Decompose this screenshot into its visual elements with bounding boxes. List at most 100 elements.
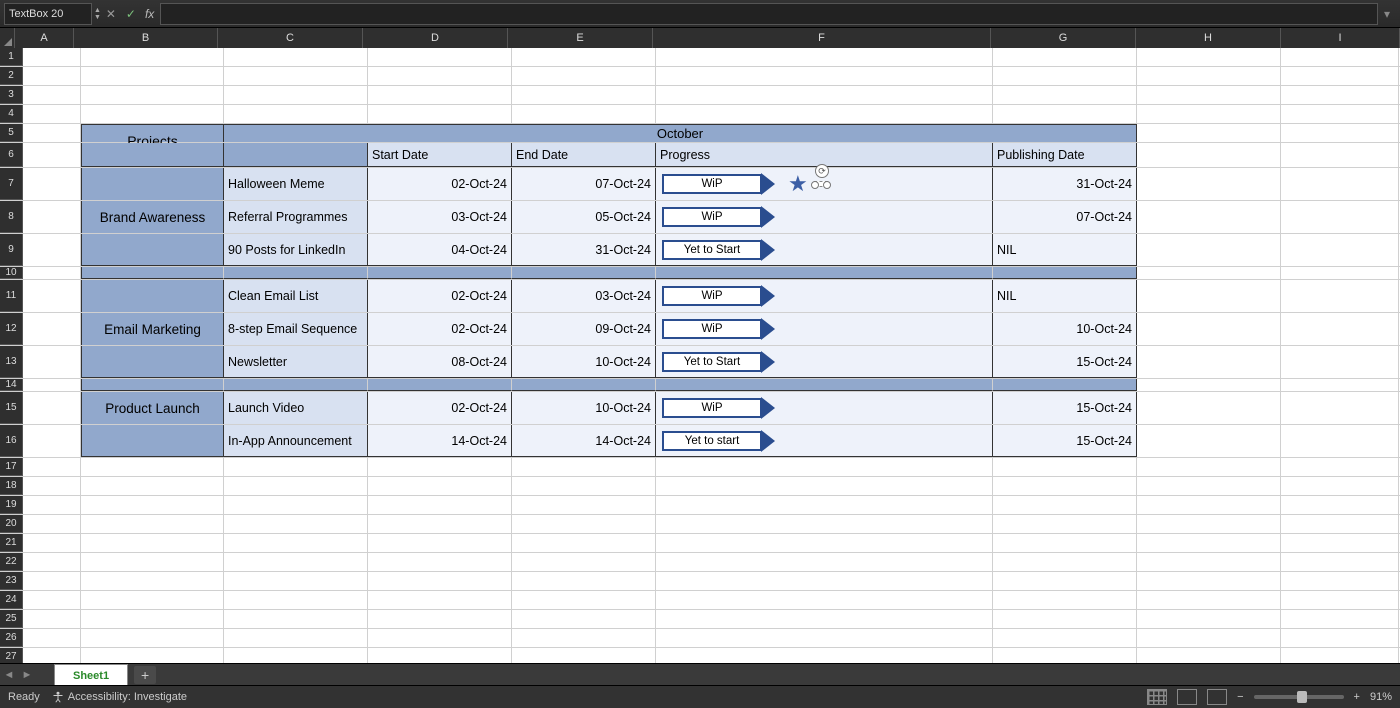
- cell[interactable]: [1137, 234, 1281, 266]
- row-header[interactable]: 24: [0, 591, 23, 609]
- task-name[interactable]: Newsletter: [224, 346, 368, 378]
- cell[interactable]: [1137, 553, 1281, 571]
- formula-expand-icon[interactable]: ▾: [1378, 7, 1396, 21]
- cell[interactable]: [656, 534, 993, 552]
- col-header[interactable]: G: [991, 28, 1136, 48]
- cell[interactable]: [368, 67, 512, 85]
- cell[interactable]: [512, 648, 656, 664]
- cell[interactable]: [224, 67, 368, 85]
- cell[interactable]: [512, 515, 656, 533]
- cell[interactable]: [1281, 280, 1399, 312]
- col-header[interactable]: B: [74, 28, 218, 48]
- cell[interactable]: [1281, 629, 1399, 647]
- cell[interactable]: [993, 648, 1137, 664]
- cell[interactable]: [1137, 48, 1281, 66]
- cell[interactable]: [512, 553, 656, 571]
- cell[interactable]: [993, 572, 1137, 590]
- end-date[interactable]: 07-Oct-24: [512, 168, 656, 200]
- row-header[interactable]: 7: [0, 168, 23, 200]
- cell[interactable]: [1137, 425, 1281, 457]
- cell[interactable]: [1281, 496, 1399, 514]
- cell[interactable]: [656, 496, 993, 514]
- cell[interactable]: [81, 553, 224, 571]
- task-name[interactable]: 8-step Email Sequence: [224, 313, 368, 345]
- spacer-cell[interactable]: [368, 379, 512, 391]
- cell[interactable]: [1281, 572, 1399, 590]
- cell[interactable]: [23, 553, 81, 571]
- start-date[interactable]: 02-Oct-24: [368, 392, 512, 424]
- month-header[interactable]: October: [224, 124, 1137, 142]
- cell[interactable]: [368, 105, 512, 123]
- cell[interactable]: [512, 86, 656, 104]
- row-header[interactable]: 26: [0, 629, 23, 647]
- end-date[interactable]: 03-Oct-24: [512, 280, 656, 312]
- start-date[interactable]: 02-Oct-24: [368, 280, 512, 312]
- cell[interactable]: [512, 591, 656, 609]
- cell[interactable]: [1281, 313, 1399, 345]
- cell[interactable]: [1281, 86, 1399, 104]
- start-date[interactable]: 08-Oct-24: [368, 346, 512, 378]
- row-header[interactable]: 11: [0, 280, 23, 312]
- spacer-cell[interactable]: [656, 379, 993, 391]
- cell[interactable]: [1137, 313, 1281, 345]
- cell[interactable]: [1281, 591, 1399, 609]
- cell[interactable]: [656, 572, 993, 590]
- spacer-cell[interactable]: [512, 267, 656, 279]
- progress-cell[interactable]: Yet to Start: [656, 234, 993, 266]
- cell[interactable]: [1281, 267, 1399, 279]
- project-group[interactable]: [81, 425, 224, 457]
- spacer-cell[interactable]: [368, 267, 512, 279]
- cell[interactable]: [224, 648, 368, 664]
- cell[interactable]: [1137, 392, 1281, 424]
- sheet-tab[interactable]: Sheet1: [54, 664, 128, 687]
- end-date[interactable]: 10-Oct-24: [512, 346, 656, 378]
- cell[interactable]: [656, 458, 993, 476]
- cell[interactable]: [81, 572, 224, 590]
- formula-input[interactable]: [160, 3, 1378, 25]
- header-end-date[interactable]: End Date: [512, 143, 656, 167]
- cell[interactable]: [993, 591, 1137, 609]
- publishing-date[interactable]: 07-Oct-24: [993, 201, 1137, 233]
- cell[interactable]: [656, 48, 993, 66]
- cell[interactable]: [23, 201, 81, 233]
- cell[interactable]: [656, 629, 993, 647]
- row-header[interactable]: 2: [0, 67, 23, 85]
- end-date[interactable]: 31-Oct-24: [512, 234, 656, 266]
- zoom-level[interactable]: 91%: [1370, 691, 1392, 703]
- cell[interactable]: [1281, 201, 1399, 233]
- cell[interactable]: [656, 610, 993, 628]
- cell[interactable]: [224, 629, 368, 647]
- header-start-date[interactable]: Start Date: [368, 143, 512, 167]
- cell[interactable]: [993, 534, 1137, 552]
- cell[interactable]: [656, 648, 993, 664]
- cell[interactable]: [1281, 425, 1399, 457]
- spacer-cell[interactable]: [656, 267, 993, 279]
- progress-shape[interactable]: WiP: [662, 174, 776, 194]
- cell[interactable]: [368, 591, 512, 609]
- cell[interactable]: [224, 86, 368, 104]
- cell[interactable]: [993, 496, 1137, 514]
- progress-cell[interactable]: WiP: [656, 280, 993, 312]
- cell[interactable]: [81, 515, 224, 533]
- cell[interactable]: [1137, 515, 1281, 533]
- spacer-cell[interactable]: [81, 267, 224, 279]
- zoom-out-button[interactable]: −: [1237, 691, 1243, 703]
- project-group[interactable]: [81, 346, 224, 378]
- cell[interactable]: [512, 458, 656, 476]
- cell[interactable]: [23, 610, 81, 628]
- row-header[interactable]: 13: [0, 346, 23, 378]
- cell[interactable]: [656, 477, 993, 495]
- cell[interactable]: [656, 67, 993, 85]
- cell[interactable]: [512, 629, 656, 647]
- cell[interactable]: [1281, 124, 1399, 142]
- row-header[interactable]: 5: [0, 124, 23, 142]
- cell[interactable]: [224, 477, 368, 495]
- confirm-icon[interactable]: ✓: [121, 7, 141, 21]
- cell[interactable]: [224, 105, 368, 123]
- start-date[interactable]: 04-Oct-24: [368, 234, 512, 266]
- project-group[interactable]: [81, 280, 224, 312]
- cell[interactable]: [993, 477, 1137, 495]
- cell[interactable]: [512, 477, 656, 495]
- task-name[interactable]: Clean Email List: [224, 280, 368, 312]
- cell[interactable]: [81, 48, 224, 66]
